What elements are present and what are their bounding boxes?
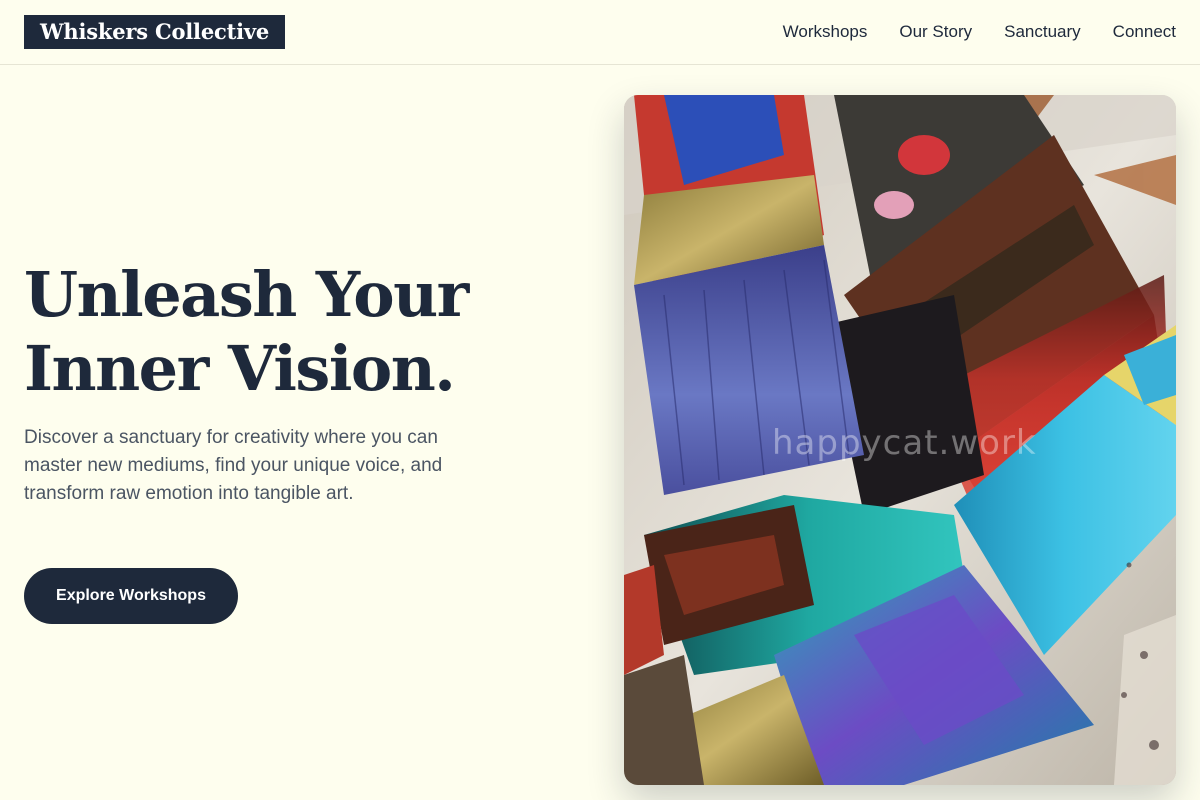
image-watermark: happycat.work [772,423,1037,463]
hero-description: Discover a sanctuary for creativity wher… [24,427,443,504]
hero-title: Unleash Your Inner Vision. [24,258,584,406]
main-nav: Workshops Our Story Sanctuary Connect [783,20,1176,44]
hero-image: happycat.work [624,95,1176,785]
site-logo[interactable]: Whiskers Collective [24,15,286,49]
hero-title-line-2: Inner Vision. [24,332,456,405]
nav-workshops[interactable]: Workshops [783,20,868,44]
hero-title-line-1: Unleash Your [24,258,469,331]
nav-connect[interactable]: Connect [1113,20,1176,44]
nav-our-story[interactable]: Our Story [899,20,972,44]
nav-sanctuary[interactable]: Sanctuary [1004,20,1081,44]
site-header: Whiskers Collective Workshops Our Story … [0,0,1200,65]
explore-workshops-button[interactable]: Explore Workshops [24,568,238,624]
